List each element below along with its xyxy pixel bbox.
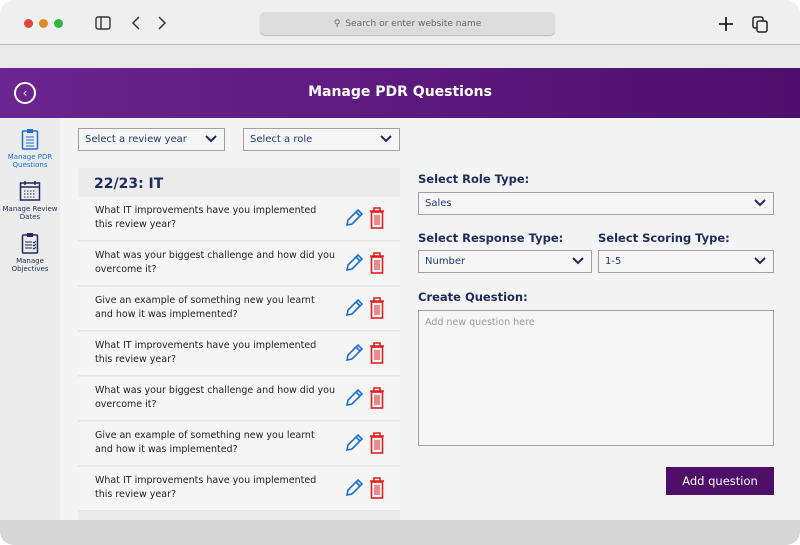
- scoring-type-value: 1-5: [605, 256, 622, 267]
- role-type-label: Select Role Type:: [418, 172, 530, 186]
- question-row: What IT improvements have you implemente…: [78, 332, 400, 376]
- chevron-down-icon: [380, 135, 392, 143]
- new-tab-icon[interactable]: [718, 16, 734, 32]
- question-row: What IT improvements have you implemente…: [78, 197, 400, 241]
- delete-trash-icon[interactable]: [369, 252, 385, 274]
- search-icon: ⚲: [333, 18, 341, 29]
- back-nav-icon[interactable]: [131, 15, 141, 31]
- review-year-select[interactable]: Select a review year: [78, 128, 225, 151]
- question-row: What IT improvements have you implemente…: [78, 467, 400, 511]
- browser-toolbar: ⚲ Search or enter website name: [0, 0, 800, 45]
- role-type-value: Sales: [425, 198, 452, 209]
- address-bar[interactable]: ⚲ Search or enter website name: [260, 12, 555, 35]
- chevron-down-icon: [205, 135, 217, 143]
- question-text: What IT improvements have you implemente…: [95, 340, 317, 365]
- chevron-down-icon: [754, 257, 766, 265]
- chevron-down-icon: [572, 257, 584, 265]
- sidebar-item-label: Manage Review Dates: [2, 205, 58, 221]
- delete-trash-icon[interactable]: [369, 387, 385, 409]
- edit-pencil-icon[interactable]: [344, 343, 364, 363]
- page-title: Manage PDR Questions: [308, 84, 492, 100]
- role-select[interactable]: Select a role: [243, 128, 400, 151]
- question-text: What was your biggest challenge and how …: [95, 250, 335, 275]
- scoring-type-label: Select Scoring Type:: [598, 231, 730, 245]
- scoring-type-select[interactable]: 1-5: [598, 250, 774, 273]
- sidebar-toggle-icon[interactable]: [95, 16, 111, 30]
- sidebar: Manage PDR Questions Manage Review Dates…: [0, 118, 60, 520]
- app-header: ‹ Manage PDR Questions: [0, 68, 800, 118]
- sidebar-item-label: Manage PDR Questions: [7, 153, 53, 169]
- delete-trash-icon[interactable]: [369, 297, 385, 319]
- question-text: What was your biggest challenge and how …: [95, 385, 335, 410]
- minimize-window-button[interactable]: [39, 19, 48, 28]
- clipboard-check-icon: [21, 233, 39, 254]
- question-text: Give an example of something new you lea…: [95, 295, 315, 320]
- tabs-overview-icon[interactable]: [752, 16, 769, 33]
- question-text: What IT improvements have you implemente…: [95, 205, 317, 230]
- browser-bottom-bar: [0, 520, 800, 545]
- add-question-button[interactable]: Add question: [666, 467, 774, 495]
- delete-trash-icon[interactable]: [369, 207, 385, 229]
- forward-nav-icon[interactable]: [157, 15, 167, 31]
- address-placeholder: Search or enter website name: [345, 18, 482, 29]
- question-text: What IT improvements have you implemente…: [95, 475, 317, 500]
- response-type-select[interactable]: Number: [418, 250, 592, 273]
- response-type-value: Number: [425, 256, 466, 267]
- sidebar-item-manage-objectives[interactable]: Manage Objectives: [0, 232, 60, 273]
- question-list: 22/23: IT What IT improvements have you …: [78, 168, 400, 520]
- question-row: Give an example of something new you lea…: [78, 422, 400, 466]
- browser-window: ⚲ Search or enter website name ‹ Manage P…: [0, 0, 800, 545]
- calendar-icon: [19, 181, 41, 201]
- delete-trash-icon[interactable]: [369, 477, 385, 499]
- chevron-down-icon: [754, 199, 766, 207]
- response-type-label: Select Response Type:: [418, 231, 564, 245]
- review-year-value: Select a review year: [85, 134, 187, 145]
- delete-trash-icon[interactable]: [369, 432, 385, 454]
- edit-pencil-icon[interactable]: [344, 433, 364, 453]
- sidebar-item-manage-pdr-questions[interactable]: Manage PDR Questions: [0, 128, 60, 169]
- clipboard-list-icon: [21, 129, 39, 150]
- page-top-band: [0, 46, 800, 68]
- create-question-label: Create Question:: [418, 290, 528, 304]
- sidebar-item-manage-review-dates[interactable]: Manage Review Dates: [0, 180, 60, 221]
- role-value: Select a role: [250, 134, 313, 145]
- sidebar-item-label: Manage Objectives: [11, 257, 49, 273]
- question-textarea[interactable]: Add new question here: [418, 310, 774, 446]
- role-type-select[interactable]: Sales: [418, 192, 774, 215]
- delete-trash-icon[interactable]: [369, 342, 385, 364]
- edit-pencil-icon[interactable]: [344, 298, 364, 318]
- edit-pencil-icon[interactable]: [344, 388, 364, 408]
- edit-pencil-icon[interactable]: [344, 208, 364, 228]
- edit-pencil-icon[interactable]: [344, 478, 364, 498]
- edit-pencil-icon[interactable]: [344, 253, 364, 273]
- close-window-button[interactable]: [24, 19, 33, 28]
- question-row: What was your biggest challenge and how …: [78, 242, 400, 286]
- maximize-window-button[interactable]: [54, 19, 63, 28]
- question-placeholder: Add new question here: [425, 317, 535, 328]
- question-text: Give an example of something new you lea…: [95, 430, 315, 455]
- question-row: Give an example of something new you lea…: [78, 287, 400, 331]
- question-list-heading: 22/23: IT: [94, 176, 164, 192]
- question-row: What was your biggest challenge and how …: [78, 377, 400, 421]
